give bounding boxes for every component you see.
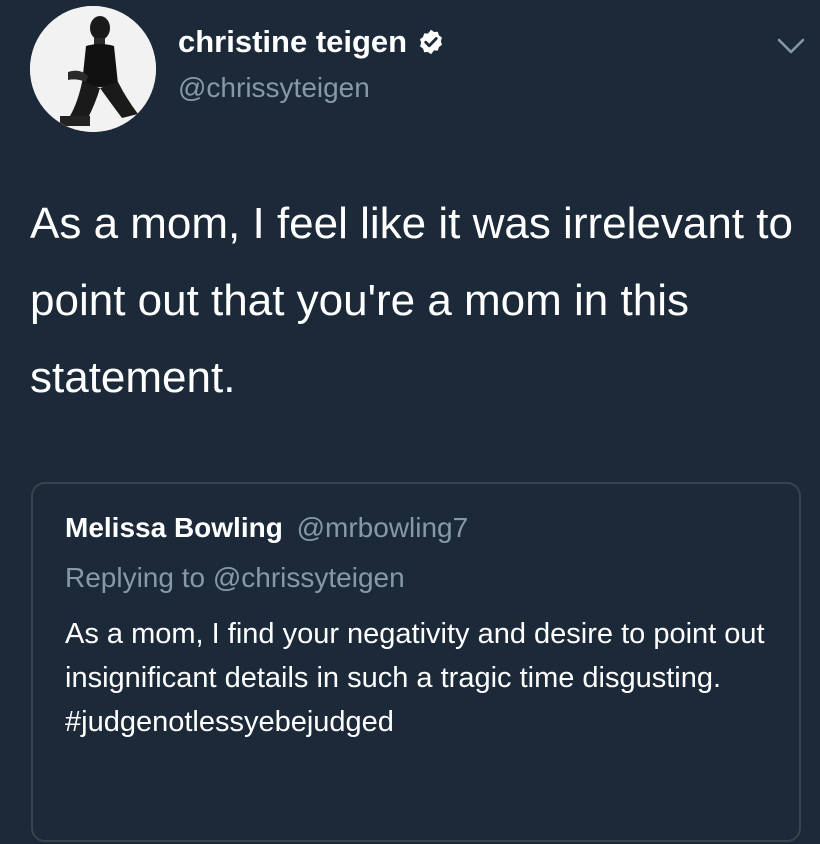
chevron-down-icon[interactable] xyxy=(776,36,806,56)
replying-to-line: Replying to @chrissyteigen xyxy=(65,562,405,593)
quoted-author-handle: @mrbowling7 xyxy=(296,512,469,543)
author-handle[interactable]: @chrissyteigen xyxy=(178,72,370,104)
quoted-author-name: Melissa Bowling xyxy=(65,512,283,543)
avatar-photo xyxy=(30,6,156,132)
author-name-text[interactable]: christine teigen xyxy=(178,24,407,60)
tweet-text: As a mom, I feel like it was irrelevant … xyxy=(30,199,793,402)
quoted-tweet-header: Melissa Bowling @mrbowling7 xyxy=(65,512,468,544)
avatar[interactable] xyxy=(30,6,156,132)
verified-badge-icon xyxy=(420,29,443,55)
quoted-tweet[interactable]: Melissa Bowling @mrbowling7 Replying to … xyxy=(31,482,801,842)
quoted-tweet-text: As a mom, I find your negativity and des… xyxy=(65,618,765,738)
author-name[interactable]: christine teigen xyxy=(178,24,445,60)
